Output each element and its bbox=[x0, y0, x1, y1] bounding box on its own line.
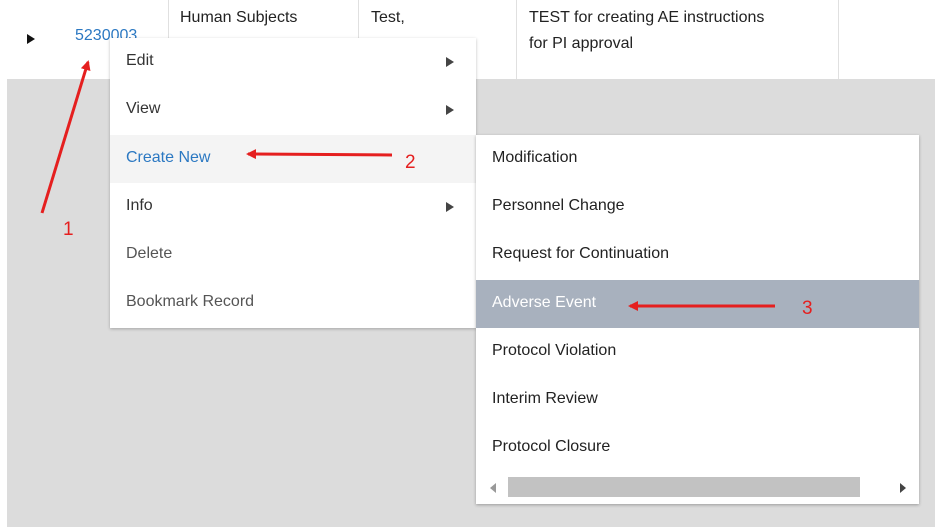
submenu-arrow-icon bbox=[446, 202, 454, 212]
submenu-item-label: Request for Continuation bbox=[492, 245, 669, 262]
scroll-right-icon[interactable] bbox=[900, 483, 906, 493]
submenu-arrow-icon bbox=[446, 105, 454, 115]
submenu-item-interim-review[interactable]: Interim Review bbox=[476, 376, 919, 424]
submenu-item-label: Adverse Event bbox=[492, 294, 597, 311]
menu-item-bookmark-record[interactable]: Bookmark Record bbox=[110, 279, 476, 327]
submenu-item-adverse-event[interactable]: Adverse Event bbox=[476, 280, 919, 328]
cell-divider bbox=[838, 0, 839, 79]
menu-item-label: Edit bbox=[126, 52, 154, 69]
submenu-item-label: Protocol Closure bbox=[492, 438, 611, 455]
cell-title-line2: for PI approval bbox=[529, 35, 634, 52]
menu-item-info[interactable]: Info bbox=[110, 183, 476, 231]
create-new-submenu: Modification Personnel Change Request fo… bbox=[476, 135, 919, 504]
menu-item-create-new[interactable]: Create New bbox=[110, 135, 476, 183]
menu-item-label: Info bbox=[126, 197, 153, 214]
menu-item-label: Bookmark Record bbox=[126, 293, 255, 310]
submenu-item-modification[interactable]: Modification bbox=[476, 135, 919, 183]
submenu-item-label: Interim Review bbox=[492, 390, 598, 407]
submenu-item-personnel-change[interactable]: Personnel Change bbox=[476, 183, 919, 231]
submenu-item-label: Modification bbox=[492, 149, 578, 166]
menu-item-edit[interactable]: Edit bbox=[110, 38, 476, 86]
cell-title-line1: TEST for creating AE instructions bbox=[529, 9, 765, 26]
submenu-arrow-icon bbox=[446, 57, 454, 67]
cell-title: TEST for creating AE instructions for PI… bbox=[529, 5, 839, 84]
scrollbar-thumb[interactable] bbox=[508, 477, 860, 497]
menu-item-label: View bbox=[126, 100, 161, 117]
submenu-item-protocol-violation[interactable]: Protocol Violation bbox=[476, 328, 919, 376]
submenu-item-label: Protocol Violation bbox=[492, 342, 617, 359]
annotation-label-1: 1 bbox=[63, 219, 74, 240]
submenu-item-request-for-continuation[interactable]: Request for Continuation bbox=[476, 231, 919, 279]
menu-item-label: Create New bbox=[126, 149, 211, 166]
menu-item-delete[interactable]: Delete bbox=[110, 231, 476, 279]
context-menu: Edit View Create New Info Delete Bookmar… bbox=[110, 38, 476, 328]
menu-item-view[interactable]: View bbox=[110, 86, 476, 134]
scroll-left-icon[interactable] bbox=[490, 483, 496, 493]
submenu-item-label: Personnel Change bbox=[492, 197, 625, 214]
annotation-label-3: 3 bbox=[802, 298, 813, 319]
horizontal-scrollbar[interactable] bbox=[476, 472, 919, 504]
submenu-item-protocol-closure[interactable]: Protocol Closure bbox=[476, 424, 919, 472]
cell-divider bbox=[516, 0, 517, 79]
menu-item-label: Delete bbox=[126, 245, 173, 262]
expand-triangle-icon[interactable] bbox=[27, 34, 35, 44]
annotation-label-2: 2 bbox=[405, 152, 416, 173]
